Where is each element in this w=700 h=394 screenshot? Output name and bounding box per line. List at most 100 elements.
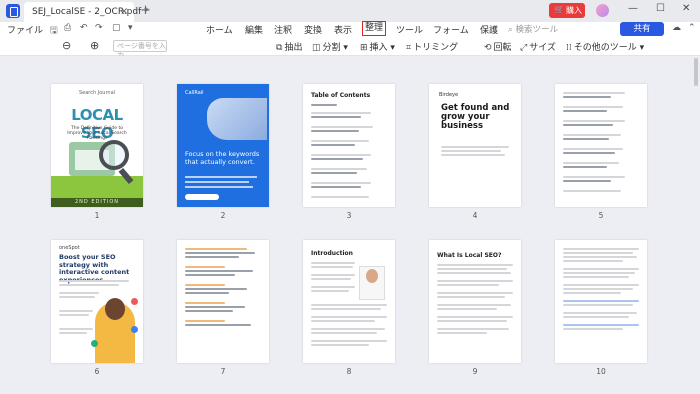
share-button[interactable]: 共有 bbox=[620, 22, 664, 36]
expand-icon[interactable]: ⌃ bbox=[688, 23, 696, 33]
magnifier-icon bbox=[99, 140, 129, 170]
p6-person-head bbox=[105, 298, 125, 320]
trim-icon: ⌗ bbox=[406, 43, 412, 53]
page-thumbnail-3[interactable]: Table of Contents bbox=[303, 84, 395, 207]
file-icon[interactable]: ▢ bbox=[112, 23, 121, 33]
p9-text-line bbox=[437, 308, 497, 310]
menu-view[interactable]: 表示 bbox=[334, 23, 352, 36]
toc-line bbox=[311, 140, 369, 142]
menu-home[interactable]: ホーム bbox=[206, 23, 233, 36]
p6-text-line bbox=[59, 314, 89, 316]
maximize-icon[interactable]: ☐ bbox=[656, 3, 665, 14]
chevron-down-icon[interactable]: ▾ bbox=[128, 23, 133, 33]
close-window-icon[interactable]: ✕ bbox=[682, 3, 690, 14]
buy-button[interactable]: 🛒 購入 bbox=[549, 3, 585, 18]
toc-line bbox=[185, 292, 229, 294]
p9-text-line bbox=[437, 296, 505, 298]
page-thumbnail-6[interactable]: oneSpot Boost your SEO strategy with int… bbox=[51, 240, 143, 363]
toc-line bbox=[311, 182, 371, 184]
p6-text-line bbox=[59, 284, 119, 286]
page-number-input[interactable]: ページ番号を入力 bbox=[113, 40, 167, 60]
toc-line bbox=[311, 154, 371, 156]
menu-form[interactable]: フォーム bbox=[433, 23, 469, 36]
p10-text-line bbox=[563, 328, 623, 330]
toc-line bbox=[311, 104, 337, 106]
extract-icon: ⧉ bbox=[276, 43, 283, 53]
print-icon[interactable]: ⎙ bbox=[64, 23, 71, 33]
menu-organize[interactable]: 整理 bbox=[362, 21, 387, 36]
page-thumbnail-9[interactable]: What Is Local SEO? bbox=[429, 240, 521, 363]
insert-button[interactable]: ⊞ 挿入 ▾ bbox=[360, 40, 395, 53]
page-thumbnail-7[interactable] bbox=[177, 240, 269, 363]
p8-text-line bbox=[311, 286, 355, 288]
p2-text-line bbox=[185, 186, 253, 188]
undo-icon[interactable]: ↶ bbox=[80, 23, 88, 33]
minimize-icon[interactable]: — bbox=[628, 3, 638, 14]
page-thumbnail-8[interactable]: Introduction bbox=[303, 240, 395, 363]
p8-text-line bbox=[311, 320, 375, 322]
size-label: サイズ bbox=[529, 43, 556, 53]
avatar[interactable] bbox=[596, 4, 609, 17]
p9-text-line bbox=[437, 268, 507, 270]
p8-text-line bbox=[311, 304, 387, 306]
split-button[interactable]: ◫ 分割 ▾ bbox=[312, 40, 348, 53]
extract-button[interactable]: ⧉ 抽出 bbox=[276, 40, 302, 53]
page-number-label: 9 bbox=[472, 367, 478, 376]
toc-line bbox=[311, 186, 361, 188]
page-thumbnail-4[interactable]: Birdeye Get found and grow your business bbox=[429, 84, 521, 207]
page-thumbnail-5[interactable] bbox=[555, 84, 647, 207]
toc-line bbox=[563, 176, 625, 178]
page-number-label: 6 bbox=[94, 367, 100, 376]
p4-text-line bbox=[441, 154, 505, 156]
new-tab-icon[interactable]: + bbox=[140, 3, 151, 18]
p9-text-line bbox=[437, 280, 513, 282]
p10-text-line bbox=[563, 288, 633, 290]
toc-line bbox=[185, 270, 253, 272]
document-tab[interactable]: SEJ_LocalSE - 2_OCR.pdf * × bbox=[24, 2, 149, 22]
size-button[interactable]: ⤢ サイズ bbox=[520, 40, 556, 53]
toc-line bbox=[311, 172, 357, 174]
search-icon: ⌕ bbox=[508, 25, 513, 35]
rotate-icon: ⟲ bbox=[484, 43, 492, 53]
menu-edit[interactable]: 編集 bbox=[245, 23, 263, 36]
trim-button[interactable]: ⌗ トリミング bbox=[406, 40, 458, 53]
p10-link-line bbox=[563, 300, 639, 302]
buy-button-label: 購入 bbox=[566, 6, 582, 15]
toc-line bbox=[563, 106, 623, 108]
toc-line bbox=[563, 180, 611, 182]
page-thumbnail-1[interactable]: Search Journal LOCAL SEO The Definitive … bbox=[51, 84, 143, 207]
p9-text-line bbox=[437, 304, 511, 306]
menu-tools[interactable]: ツール bbox=[396, 23, 423, 36]
other-tools-button[interactable]: ⁞⁞ その他のツール ▾ bbox=[566, 40, 644, 53]
toc-line bbox=[563, 92, 625, 94]
menu-convert[interactable]: 変換 bbox=[304, 23, 322, 36]
heart-icon bbox=[131, 298, 138, 305]
rotate-button[interactable]: ⟲ 回転 bbox=[484, 40, 512, 53]
zoom-in-icon[interactable]: ⊕ bbox=[90, 39, 99, 52]
grid-icon: ⁞⁞ bbox=[566, 43, 572, 53]
toc-line bbox=[185, 252, 255, 254]
document-tab-label: SEJ_LocalSE - 2_OCR.pdf * bbox=[32, 7, 149, 17]
page-number-label: 5 bbox=[598, 211, 604, 220]
toc-line bbox=[563, 138, 609, 140]
menu-protect[interactable]: 保護 bbox=[480, 23, 498, 36]
p6-text-line bbox=[59, 292, 99, 294]
page-thumbnail-10[interactable] bbox=[555, 240, 647, 363]
toc-line bbox=[563, 96, 611, 98]
cloud-upload-icon[interactable]: ☁ bbox=[672, 23, 681, 33]
p8-text-line bbox=[311, 344, 369, 346]
search-tools[interactable]: ⌕ 検索ツール bbox=[508, 23, 558, 35]
page-thumbnail-2[interactable]: CallRail Focus on the keywords that actu… bbox=[177, 84, 269, 207]
insert-icon: ⊞ bbox=[360, 43, 368, 53]
toc-line bbox=[563, 152, 615, 154]
menu-annotate[interactable]: 注釈 bbox=[274, 23, 292, 36]
zoom-out-icon[interactable]: ⊖ bbox=[62, 39, 71, 52]
extract-label: 抽出 bbox=[284, 43, 303, 53]
redo-icon[interactable]: ↷ bbox=[95, 23, 103, 33]
menu-file[interactable]: ファイル bbox=[7, 23, 43, 36]
toc-line bbox=[311, 112, 371, 114]
vertical-scrollbar[interactable] bbox=[694, 58, 698, 86]
close-tab-icon[interactable]: × bbox=[120, 6, 128, 17]
p8-text-line bbox=[311, 290, 349, 292]
app-logo-icon bbox=[6, 4, 20, 18]
